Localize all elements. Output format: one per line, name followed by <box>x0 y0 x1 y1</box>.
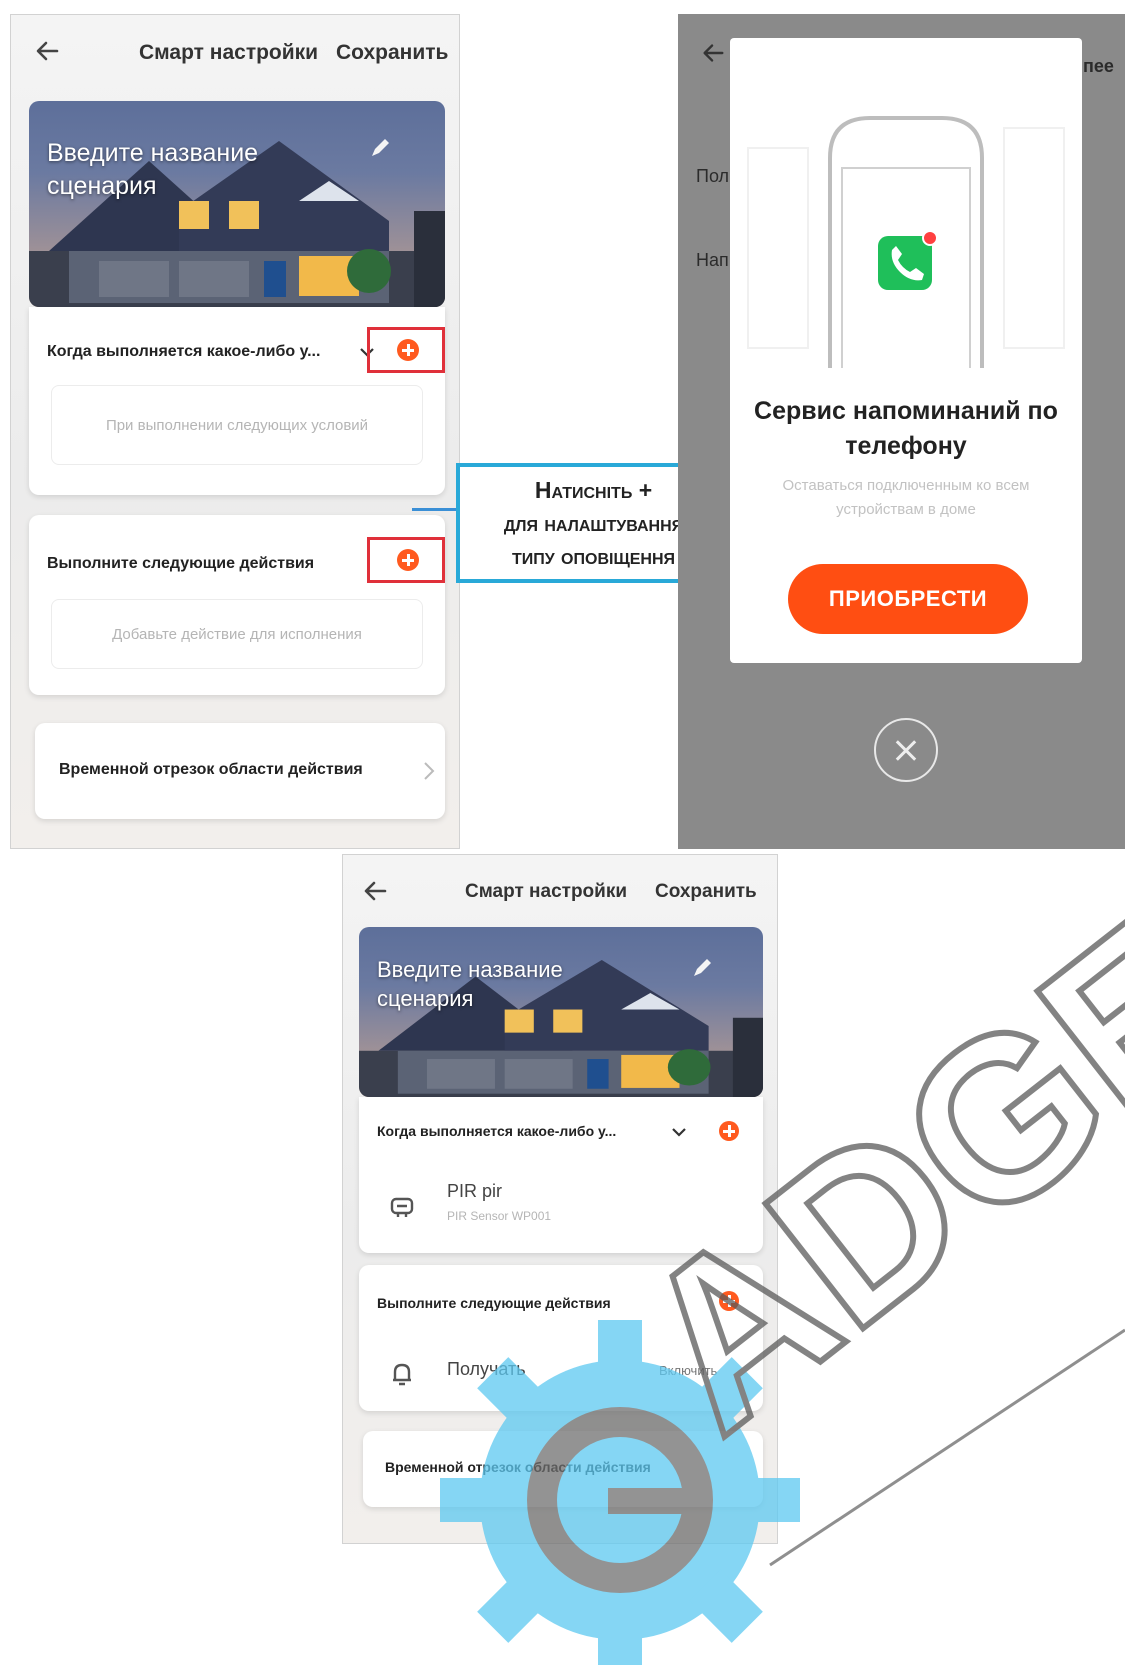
add-action-icon[interactable] <box>397 549 419 571</box>
condition-card: Когда выполняется какое-либо у... PIR pi… <box>359 1097 763 1253</box>
action-title: Выполните следующие действия <box>47 555 315 572</box>
action-placeholder[interactable]: Добавьте действие для исполнения <box>51 599 423 669</box>
page-title: Смарт настройки <box>139 41 319 64</box>
chevron-right-icon[interactable] <box>423 761 435 781</box>
page-title: Смарт настройки <box>465 881 628 902</box>
condition-title[interactable]: Когда выполняется какое-либо у... <box>377 1123 616 1139</box>
chevron-down-icon[interactable] <box>671 1125 687 1137</box>
device-subtitle: PIR Sensor WP001 <box>447 1209 552 1223</box>
phone-illustration <box>747 116 1065 368</box>
dialog-subtitle: Оставаться подключенным ко всем устройст… <box>782 477 1030 518</box>
sensor-icon <box>387 1191 417 1221</box>
action-card: Выполните следующие действия Получать Вк… <box>359 1265 763 1411</box>
reminder-dialog: Сервис напоминаний по телефону Оставатьс… <box>730 38 1082 663</box>
action-value[interactable]: Включить <box>659 1363 717 1378</box>
top-bar: Смарт настройки Сохранить <box>11 15 459 85</box>
add-action-icon[interactable] <box>719 1291 739 1311</box>
device-name[interactable]: PIR pir <box>447 1181 502 1202</box>
time-range-title: Временной отрезок области действия <box>59 761 363 778</box>
background-label: Нап <box>696 250 729 270</box>
scene-name-prompt[interactable]: Введите название сценария <box>47 137 287 203</box>
action-title: Выполните следующие действия <box>377 1295 611 1311</box>
pencil-icon[interactable] <box>367 135 393 161</box>
save-button[interactable]: Сохранить <box>655 881 757 903</box>
time-range-title: Временной отрезок области действия <box>385 1459 651 1475</box>
dialog-title: Сервис напоминаний по телефону <box>754 397 1058 460</box>
top-bar: Смарт настройки Сохранить <box>343 855 777 925</box>
time-range-card[interactable]: Временной отрезок области действия <box>35 723 445 819</box>
reminder-service-screen: Пол Нап пее Сервис напоминаний по телефо… <box>678 14 1125 849</box>
time-range-card[interactable]: Временной отрезок области действия <box>363 1431 763 1507</box>
close-icon[interactable] <box>874 718 938 782</box>
scene-settings-screen-filled: Смарт настройки Сохранить Введите назван… <box>342 854 778 1544</box>
action-card: Выполните следующие действия Добавьте де… <box>29 515 445 695</box>
house-illustration <box>29 141 445 307</box>
condition-placeholder[interactable]: При выполнении следующих условий <box>51 385 423 465</box>
condition-title[interactable]: Когда выполняется какое-либо у... <box>47 343 320 361</box>
back-arrow-icon[interactable] <box>361 877 389 905</box>
background-label: Пол <box>696 166 730 186</box>
background-title-fragment: пее <box>1083 56 1114 76</box>
callout-text: Натисніть + для налаштування типу оповіщ… <box>503 476 684 569</box>
scene-cover-image[interactable]: Введите название сценария <box>29 101 445 307</box>
save-button[interactable]: Сохранить <box>336 41 448 65</box>
callout-connector <box>412 508 460 511</box>
scene-settings-screen: Смарт настройки Сохранить Введите назван… <box>10 14 460 849</box>
pencil-icon[interactable] <box>689 955 715 981</box>
scene-cover-image[interactable]: Введите название сценария <box>359 927 763 1097</box>
condition-card: Когда выполняется какое-либо у... При вы… <box>29 307 445 495</box>
action-label[interactable]: Получать <box>447 1359 526 1380</box>
add-condition-icon[interactable] <box>719 1121 739 1141</box>
add-condition-icon[interactable] <box>397 339 419 361</box>
back-arrow-icon <box>700 40 726 66</box>
bell-icon <box>387 1359 417 1389</box>
scene-name-prompt[interactable]: Введите название сценария <box>377 955 617 1013</box>
back-arrow-icon[interactable] <box>33 37 61 65</box>
purchase-button[interactable]: ПРИОБРЕСТИ <box>788 564 1028 634</box>
